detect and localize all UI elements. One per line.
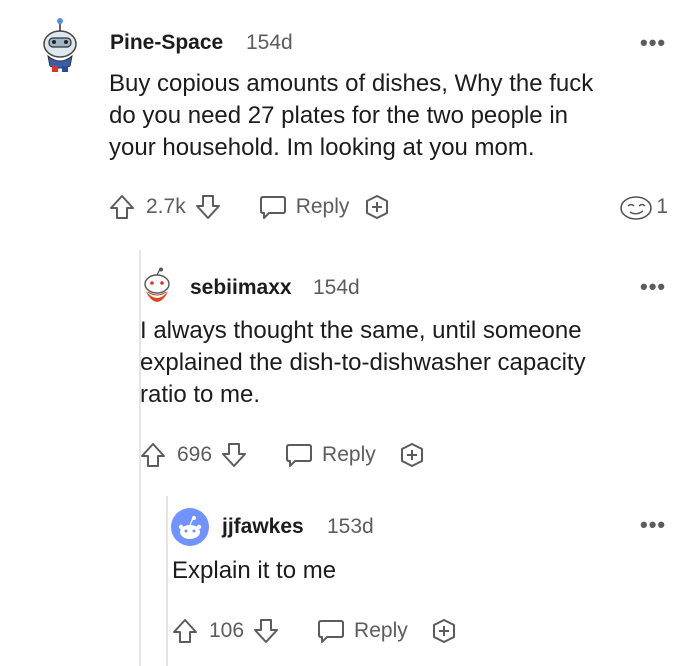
upvote-icon[interactable]	[108, 193, 138, 221]
reply-bubble-icon	[259, 196, 286, 219]
vote-count: 106	[209, 619, 245, 642]
comment-age: 154d	[313, 276, 360, 299]
award-button[interactable]	[363, 193, 391, 221]
reply-button[interactable]: Reply	[316, 617, 408, 645]
comment-actions: 2.7k Reply 1	[108, 192, 668, 222]
snoo-red-avatar-icon	[144, 267, 170, 302]
comment-actions: 106 Reply	[171, 616, 458, 646]
reply-bubble-icon	[318, 620, 345, 643]
downvote-icon[interactable]	[194, 193, 224, 221]
comment-age: 153d	[327, 515, 374, 538]
vote-count: 2.7k	[146, 195, 186, 218]
reply-button[interactable]: Reply	[258, 193, 350, 221]
comment-text-line: I always thought the same, until someone	[140, 317, 582, 344]
comment-username[interactable]: sebiimaxx	[190, 276, 292, 300]
comment-text-line: ratio to me.	[140, 381, 261, 408]
upvote-icon[interactable]	[139, 441, 169, 469]
comment-body: Buy copious amounts of dishes, Why the f…	[109, 68, 593, 164]
comment-username[interactable]: Pine-Space	[110, 31, 223, 55]
vote-count: 696	[177, 443, 213, 466]
award-face-icon	[620, 196, 653, 220]
comment-text-line: explained the dish-to-dishwasher capacit…	[140, 349, 586, 376]
add-award-icon	[432, 619, 455, 643]
comment-body: I always thought the same, until someone…	[140, 315, 586, 411]
more-options-icon[interactable]: •••	[640, 30, 666, 56]
comment-username[interactable]: jjfawkes	[222, 515, 304, 539]
comment-text-line: Explain it to me	[172, 557, 337, 584]
reply-label: Reply	[354, 619, 408, 642]
reply-label: Reply	[322, 443, 376, 466]
reply-button[interactable]: Reply	[284, 441, 376, 469]
reply-label: Reply	[295, 195, 350, 218]
award-badge[interactable]: 1	[618, 193, 668, 221]
downvote-icon[interactable]	[252, 617, 282, 645]
default-snoo-avatar-icon	[171, 508, 209, 546]
avatar[interactable]	[38, 16, 82, 74]
comment-text-line: do you need 27 plates for the two people…	[109, 102, 568, 129]
comment-body: Explain it to me	[172, 555, 336, 587]
add-award-icon	[366, 195, 389, 219]
comment-text-line: your household. Im looking at you mom.	[109, 134, 535, 161]
more-options-icon[interactable]: •••	[640, 512, 666, 538]
avatar[interactable]	[171, 508, 209, 546]
avatar[interactable]	[139, 267, 175, 305]
comment-text-line: Buy copious amounts of dishes, Why the f…	[109, 70, 594, 97]
award-count: 1	[656, 195, 668, 218]
upvote-icon[interactable]	[171, 617, 201, 645]
thread-line[interactable]	[166, 496, 168, 666]
award-button[interactable]	[398, 441, 426, 469]
add-award-icon	[400, 443, 423, 467]
snoo-robot-avatar-icon	[43, 18, 77, 72]
comment-actions: 696 Reply	[139, 440, 426, 470]
more-options-icon[interactable]: •••	[640, 274, 666, 300]
award-button[interactable]	[430, 617, 458, 645]
comment-age: 154d	[246, 31, 293, 54]
downvote-icon[interactable]	[220, 441, 250, 469]
reply-bubble-icon	[286, 444, 313, 467]
